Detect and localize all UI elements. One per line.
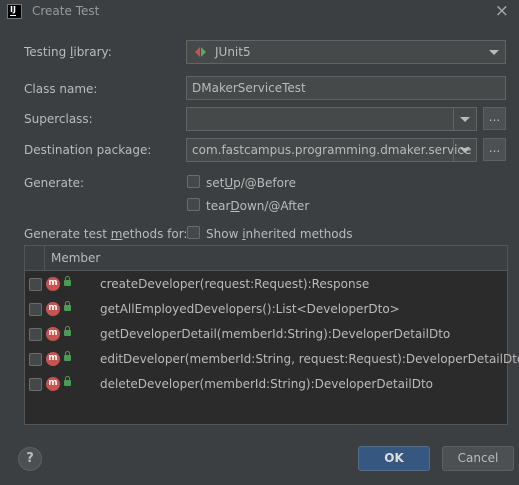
method-icon: m	[46, 327, 60, 341]
testing-library-value: JUnit5	[215, 45, 251, 59]
destination-package-value: com.fastcampus.programming.dmaker.servic…	[192, 143, 472, 157]
method-icon: m	[46, 277, 60, 291]
method-icon: m	[46, 377, 60, 391]
lock-icon	[64, 276, 71, 286]
generate-label: Generate:	[24, 176, 85, 190]
help-icon[interactable]: ?	[18, 447, 42, 471]
show-inherited-checkbox[interactable]	[187, 226, 200, 239]
chevron-down-icon[interactable]	[453, 108, 476, 130]
junit-icon	[195, 47, 206, 57]
header-divider	[44, 246, 45, 270]
destination-package-label: Destination package:	[24, 143, 152, 157]
member-signature: createDeveloper(request:Request):Respons…	[100, 277, 370, 291]
lock-icon	[64, 376, 71, 386]
class-name-input[interactable]: DMakerServiceTest	[186, 76, 506, 100]
teardown-checkbox[interactable]	[187, 198, 200, 211]
ok-button[interactable]: OK	[358, 446, 430, 471]
member-signature: getDeveloperDetail(memberId:String):Deve…	[100, 327, 451, 341]
member-checkbox[interactable]	[29, 278, 42, 291]
setup-label[interactable]: setUp/@Before	[206, 176, 296, 190]
destination-package-browse-button[interactable]: ...	[483, 138, 506, 161]
close-icon[interactable]: ×	[495, 1, 509, 21]
teardown-label-mnemonic: D	[230, 199, 240, 213]
table-row[interactable]: m getAllEmployedDevelopers():List<Develo…	[25, 297, 507, 322]
intellij-app-icon: IJ	[7, 4, 22, 19]
title-bar: IJ Create Test ×	[0, 0, 519, 24]
show-inherited-label-pre: Show	[206, 227, 243, 241]
class-name-value: DMakerServiceTest	[192, 81, 306, 95]
testing-library-label-post: ibrary:	[73, 45, 112, 59]
testing-library-label: Testing library:	[24, 45, 112, 59]
class-name-label: Class name:	[24, 82, 98, 96]
table-row[interactable]: m editDeveloper(memberId:String, request…	[25, 347, 519, 372]
method-icon: m	[46, 352, 60, 366]
method-icon: m	[46, 302, 60, 316]
show-inherited-label-post: nherited methods	[245, 227, 353, 241]
generate-methods-label: Generate test methods for:	[24, 227, 187, 241]
setup-checkbox[interactable]	[187, 175, 200, 188]
chevron-down-icon[interactable]	[483, 41, 505, 63]
show-inherited-label[interactable]: Show inherited methods	[206, 227, 353, 241]
testing-library-combo[interactable]: JUnit5	[186, 40, 506, 64]
lock-icon	[64, 326, 71, 336]
app-icon-text: IJ	[10, 5, 16, 14]
destination-package-combo[interactable]: com.fastcampus.programming.dmaker.servic…	[186, 138, 477, 162]
window-title: Create Test	[32, 4, 100, 18]
lock-icon	[64, 351, 71, 361]
generate-methods-label-pre: Generate test	[24, 227, 111, 241]
superclass-combo[interactable]	[186, 107, 477, 131]
setup-label-mnemonic: U	[224, 176, 234, 190]
members-table-header: Member	[25, 246, 507, 271]
member-checkbox[interactable]	[29, 378, 42, 391]
teardown-label-post: own/@After	[239, 199, 310, 213]
table-row[interactable]: m createDeveloper(request:Request):Respo…	[25, 272, 507, 297]
generate-methods-label-mnemonic: m	[110, 227, 123, 241]
member-checkbox[interactable]	[29, 303, 42, 316]
members-table[interactable]: Member m createDeveloper(request:Request…	[24, 245, 519, 425]
lock-icon	[64, 301, 71, 311]
teardown-label-pre: tear	[206, 199, 231, 213]
chevron-down-icon[interactable]	[453, 139, 476, 161]
member-column-header[interactable]: Member	[51, 251, 100, 265]
testing-library-label-pre: Testing	[24, 45, 71, 59]
cancel-button[interactable]: Cancel	[442, 446, 514, 471]
setup-label-post: p/@Before	[233, 176, 297, 190]
table-row[interactable]: m getDeveloperDetail(memberId:String):De…	[25, 322, 507, 347]
member-checkbox[interactable]	[29, 328, 42, 341]
teardown-label[interactable]: tearDown/@After	[206, 199, 309, 213]
superclass-browse-button[interactable]: ...	[483, 107, 506, 130]
member-checkbox[interactable]	[29, 353, 42, 366]
generate-methods-label-post: ethods for:	[122, 227, 188, 241]
member-signature: deleteDeveloper(memberId:String):Develop…	[100, 377, 433, 391]
superclass-label: Superclass:	[24, 112, 93, 126]
setup-label-pre: set	[206, 176, 225, 190]
table-row[interactable]: m deleteDeveloper(memberId:String):Devel…	[25, 372, 507, 397]
member-signature: getAllEmployedDevelopers():List<Develope…	[100, 302, 400, 316]
member-signature: editDeveloper(memberId:String, request:R…	[100, 352, 519, 366]
